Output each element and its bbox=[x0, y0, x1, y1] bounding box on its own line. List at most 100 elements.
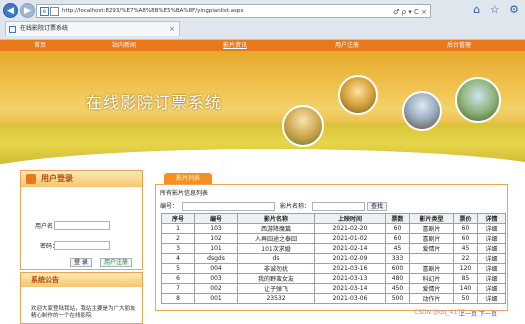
table-cell: 60 bbox=[453, 223, 478, 234]
login-button[interactable]: 登 录 bbox=[70, 258, 92, 267]
table-cell: 102 bbox=[194, 233, 238, 244]
film-table-body: 1 103 西游降魔篇 2021-02-20 60 喜剧片 60 详细 2 102 人再囧途之泰囧 2… bbox=[161, 223, 506, 304]
film-table: 序号 编号 影片名称 上映时间 票数 影片类型 票价 详情 1 103 西游降魔篇 2… bbox=[161, 213, 506, 304]
browser-chrome: ◀ ▶ e http://localhost:8293/%E7%A8%8B%E5… bbox=[0, 0, 525, 40]
table-row: 7 002 让子弹飞 2021-03-14 450 爱情片 140 详细 bbox=[161, 283, 506, 294]
table-cell: 1 bbox=[161, 223, 195, 234]
table-cell: 7 bbox=[161, 283, 195, 294]
table-cell: 6 bbox=[161, 273, 195, 284]
table-cell: 2021-02-09 bbox=[314, 253, 386, 264]
back-button[interactable]: ◀ bbox=[3, 3, 18, 18]
tab-close-icon[interactable]: × bbox=[169, 22, 175, 36]
table-cell bbox=[409, 253, 454, 264]
table-cell: 45 bbox=[453, 243, 478, 254]
detail-link[interactable]: 详细 bbox=[477, 243, 506, 254]
address-bar[interactable]: e http://localhost:8293/%E7%A8%8B%E5%BA%… bbox=[36, 4, 431, 18]
nav-item-films[interactable]: 影片资讯 bbox=[223, 40, 247, 51]
back-icon: ◀ bbox=[7, 6, 14, 16]
next-page-link[interactable]: 下一页 bbox=[479, 311, 497, 318]
table-cell: 我的野蛮女友 bbox=[237, 273, 315, 284]
table-cell: 001 bbox=[194, 293, 238, 304]
col-header: 编号 bbox=[194, 213, 238, 224]
table-cell: 非诚勿扰 bbox=[237, 263, 315, 274]
notice-title: 系统公告 bbox=[21, 273, 142, 287]
forward-icon: ▶ bbox=[24, 6, 31, 16]
table-cell: 让子弹飞 bbox=[237, 283, 315, 294]
banner-photo-3 bbox=[402, 91, 442, 131]
col-header: 上映时间 bbox=[314, 213, 386, 224]
table-cell: 喜剧片 bbox=[409, 223, 454, 234]
table-cell: 004 bbox=[194, 263, 238, 274]
table-cell: dsgds bbox=[194, 253, 238, 264]
col-header: 票数 bbox=[385, 213, 410, 224]
search-code-input[interactable] bbox=[182, 202, 275, 211]
banner-title: 在线影院订票系统 bbox=[86, 93, 223, 112]
table-cell: 600 bbox=[385, 263, 410, 274]
table-cell: 2021-03-06 bbox=[314, 293, 386, 304]
table-cell: 85 bbox=[453, 273, 478, 284]
table-cell: 50 bbox=[453, 293, 478, 304]
table-cell: 爱情片 bbox=[409, 283, 454, 294]
table-cell: 3 bbox=[161, 243, 195, 254]
search-code-label: 编号： bbox=[160, 203, 179, 210]
table-cell: 2021-03-14 bbox=[314, 283, 386, 294]
detail-link[interactable]: 详细 bbox=[477, 263, 506, 274]
username-input[interactable] bbox=[54, 221, 110, 230]
tab-favicon-icon bbox=[9, 26, 16, 33]
nav-item-news[interactable]: 站内新闻 bbox=[112, 40, 136, 51]
table-cell: 4 bbox=[161, 253, 195, 264]
tab-group-icon bbox=[50, 7, 59, 16]
password-input[interactable] bbox=[54, 241, 110, 250]
url-text: http://localhost:8293/%E7%A8%8B%E5%BA%8F… bbox=[62, 8, 244, 14]
col-header: 详情 bbox=[477, 213, 506, 224]
table-cell: 2021-02-20 bbox=[314, 223, 386, 234]
browser-tab[interactable]: 在线影院订票系统 × bbox=[5, 21, 180, 36]
login-header: 用户登录 bbox=[21, 171, 142, 187]
banner-photo-2 bbox=[338, 75, 378, 115]
tab-film-list[interactable]: 影片列表 bbox=[164, 173, 212, 184]
table-cell: 450 bbox=[385, 283, 410, 294]
table-cell: 22 bbox=[453, 253, 478, 264]
nav-item-register[interactable]: 用户注册 bbox=[335, 40, 359, 51]
search-name-label: 影片名称： bbox=[280, 203, 311, 210]
address-tools[interactable]: ♂ ρ ▾ C × bbox=[393, 6, 427, 17]
prev-page-link[interactable]: 上一页 bbox=[459, 311, 477, 318]
table-cell: 动作片 bbox=[409, 293, 454, 304]
tab-title: 在线影院订票系统 bbox=[20, 25, 69, 32]
table-cell: 科幻片 bbox=[409, 273, 454, 284]
table-row: 4 dsgds ds 2021-02-09 333 22 详细 bbox=[161, 253, 506, 264]
watermark: CSDN @qq_4177 bbox=[414, 309, 465, 316]
detail-link[interactable]: 详细 bbox=[477, 233, 506, 244]
table-cell: 2021-03-16 bbox=[314, 263, 386, 274]
detail-link[interactable]: 详细 bbox=[477, 223, 506, 234]
forward-button[interactable]: ▶ bbox=[20, 3, 35, 18]
table-cell: 60 bbox=[385, 223, 410, 234]
login-title: 用户登录 bbox=[41, 174, 73, 183]
browser-toolbar-icons[interactable]: ⌂ ☆ ⚙ bbox=[473, 3, 522, 16]
banner-photo-1 bbox=[282, 105, 324, 147]
table-cell: 101次求婚 bbox=[237, 243, 315, 254]
table-cell: 140 bbox=[453, 283, 478, 294]
table-row: 2 102 人再囧途之泰囧 2021-01-02 60 喜剧片 60 详细 bbox=[161, 233, 506, 244]
table-cell: 003 bbox=[194, 273, 238, 284]
table-cell: 爱情片 bbox=[409, 243, 454, 254]
detail-link[interactable]: 详细 bbox=[477, 253, 506, 264]
page-icon: e bbox=[40, 7, 49, 16]
table-cell: 500 bbox=[385, 293, 410, 304]
detail-link[interactable]: 详细 bbox=[477, 273, 506, 284]
nav-item-admin[interactable]: 后台管理 bbox=[447, 40, 471, 51]
nav-item-home[interactable]: 首页 bbox=[34, 40, 46, 51]
search-button[interactable]: 查找 bbox=[367, 202, 388, 211]
register-button[interactable]: 用户注册 bbox=[100, 258, 133, 267]
table-cell: ds bbox=[237, 253, 315, 264]
table-cell: 人再囧途之泰囧 bbox=[237, 233, 315, 244]
panel-title: 所有影片信息列表 bbox=[160, 190, 209, 197]
col-header: 序号 bbox=[161, 213, 195, 224]
table-row: 1 103 西游降魔篇 2021-02-20 60 喜剧片 60 详细 bbox=[161, 223, 506, 234]
table-row: 5 004 非诚勿扰 2021-03-16 600 喜剧片 120 详细 bbox=[161, 263, 506, 274]
search-name-input[interactable] bbox=[312, 202, 365, 211]
detail-link[interactable]: 详细 bbox=[477, 293, 506, 304]
table-cell: 333 bbox=[385, 253, 410, 264]
table-cell: 2021-02-14 bbox=[314, 243, 386, 254]
detail-link[interactable]: 详细 bbox=[477, 283, 506, 294]
